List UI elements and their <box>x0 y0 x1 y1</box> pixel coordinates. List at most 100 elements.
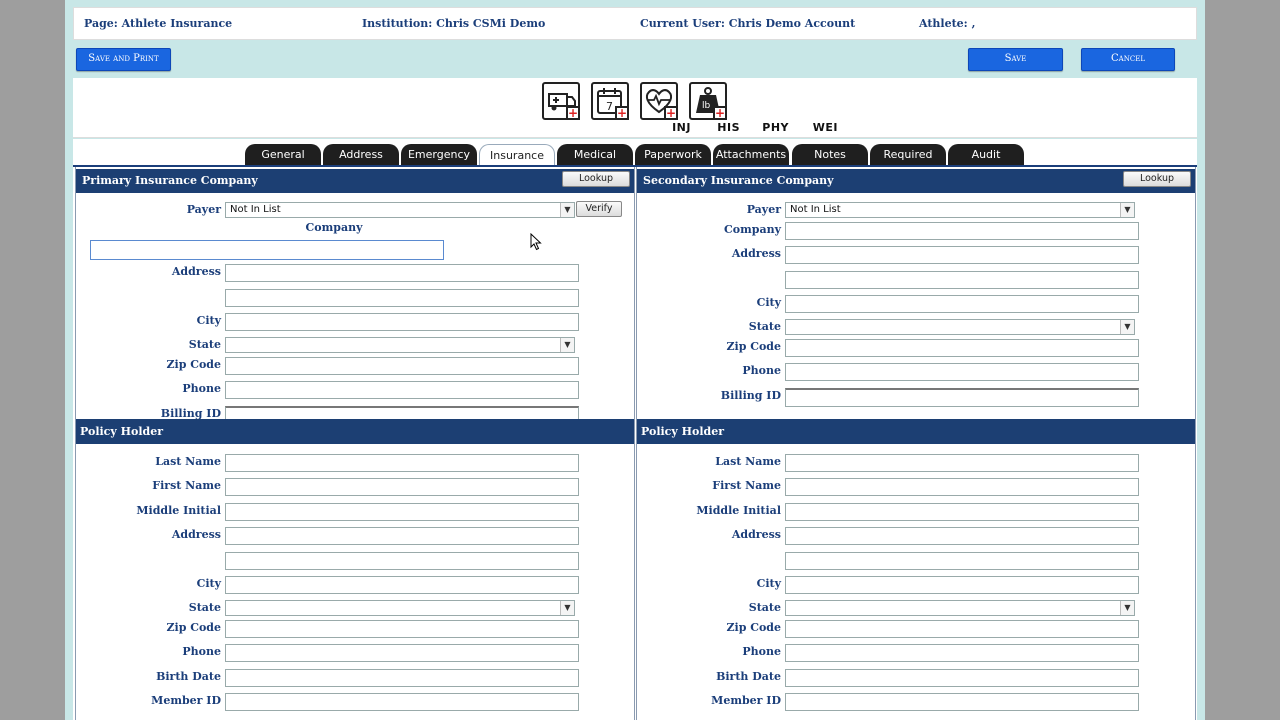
secondary-holder-zip[interactable] <box>785 620 1139 638</box>
payer-label: Payer <box>186 203 221 216</box>
birth-date-label: Birth Date <box>716 670 781 683</box>
primary-holder-phone[interactable] <box>225 644 579 662</box>
zip-label: Zip Code <box>726 340 781 353</box>
secondary-holder-first-name[interactable] <box>785 478 1139 496</box>
member-id-label: Member ID <box>711 694 781 707</box>
chevron-down-icon: ▼ <box>1120 601 1134 615</box>
secondary-state-select[interactable]: ▼ <box>785 319 1135 335</box>
primary-holder-state-select[interactable]: ▼ <box>225 600 575 616</box>
weight-module-button[interactable]: lb + WEI <box>688 82 838 134</box>
primary-holder-zip[interactable] <box>225 620 579 638</box>
page-name: Page: Athlete Insurance <box>84 17 233 30</box>
holder-city-label: City <box>196 577 221 590</box>
secondary-holder-middle-initial[interactable] <box>785 503 1139 521</box>
history-module-button[interactable]: 7 + HIS <box>590 82 740 134</box>
primary-holder-birth-date[interactable] <box>225 669 579 687</box>
secondary-holder-address2[interactable] <box>785 552 1139 570</box>
holder-zip-label: Zip Code <box>726 621 781 634</box>
company-label: Company <box>724 223 781 236</box>
last-name-label: Last Name <box>155 455 221 468</box>
primary-phone-input[interactable] <box>225 381 579 399</box>
secondary-address-line2[interactable] <box>785 271 1139 289</box>
secondary-holder-state-select[interactable]: ▼ <box>785 600 1135 616</box>
institution-name: Institution: Chris CSMi Demo <box>362 17 546 30</box>
section-title: Primary Insurance Company <box>82 174 258 187</box>
primary-state-select[interactable]: ▼ <box>225 337 575 353</box>
secondary-company-input[interactable] <box>785 222 1139 240</box>
secondary-zip-input[interactable] <box>785 339 1139 357</box>
tab-insurance[interactable]: Insurance <box>479 144 555 165</box>
tab-general[interactable]: General <box>245 144 321 165</box>
current-user: Current User: Chris Demo Account <box>640 17 856 30</box>
city-label: City <box>196 314 221 327</box>
secondary-insurance-column: Secondary Insurance Company Lookup Payer… <box>636 167 1196 720</box>
calendar-icon: 7 + <box>591 82 629 120</box>
primary-holder-middle-initial[interactable] <box>225 503 579 521</box>
primary-holder-first-name[interactable] <box>225 478 579 496</box>
chevron-down-icon: ▼ <box>1120 203 1134 217</box>
weight-icon: lb + <box>689 82 727 120</box>
selected-value: Not In List <box>790 204 841 215</box>
primary-holder-address1[interactable] <box>225 527 579 545</box>
phone-label: Phone <box>182 382 221 395</box>
tab-audit[interactable]: Audit <box>948 144 1024 165</box>
physical-module-button[interactable]: + PHY <box>639 82 789 134</box>
secondary-phone-input[interactable] <box>785 363 1139 381</box>
holder-phone-label: Phone <box>182 645 221 658</box>
secondary-payer-select[interactable]: Not In List ▼ <box>785 202 1135 218</box>
primary-payer-select[interactable]: Not In List ▼ <box>225 202 575 218</box>
tab-paperwork[interactable]: Paperwork <box>635 144 711 165</box>
middle-initial-label: Middle Initial <box>696 504 781 517</box>
primary-company-input[interactable] <box>90 240 444 260</box>
middle-initial-label: Middle Initial <box>136 504 221 517</box>
secondary-holder-address1[interactable] <box>785 527 1139 545</box>
primary-city-input[interactable] <box>225 313 579 331</box>
secondary-holder-phone[interactable] <box>785 644 1139 662</box>
module-icon-bar: + INJ 7 + HIS + PHY lb + WEI <box>73 78 1197 138</box>
tab-required[interactable]: Required <box>870 144 946 165</box>
secondary-holder-city[interactable] <box>785 576 1139 594</box>
save-button[interactable]: Save <box>968 48 1063 71</box>
tab-notes[interactable]: Notes <box>792 144 868 165</box>
secondary-holder-last-name[interactable] <box>785 454 1139 472</box>
primary-holder-member-id[interactable] <box>225 693 579 711</box>
payer-label: Payer <box>746 203 781 216</box>
save-and-print-button[interactable]: Save and Print <box>76 48 171 71</box>
holder-address-label: Address <box>731 528 781 541</box>
secondary-holder-member-id[interactable] <box>785 693 1139 711</box>
member-id-label: Member ID <box>151 694 221 707</box>
secondary-address-line1[interactable] <box>785 246 1139 264</box>
birth-date-label: Birth Date <box>156 670 221 683</box>
last-name-label: Last Name <box>715 455 781 468</box>
primary-zip-input[interactable] <box>225 357 579 375</box>
first-name-label: First Name <box>152 479 221 492</box>
secondary-billing-id-input[interactable] <box>785 388 1139 407</box>
tab-emergency[interactable]: Emergency <box>401 144 477 165</box>
tab-medical[interactable]: Medical <box>557 144 633 165</box>
chevron-down-icon: ▼ <box>560 338 574 352</box>
primary-insurance-column: Primary Insurance Company Lookup Payer N… <box>75 167 635 720</box>
chevron-down-icon: ▼ <box>560 601 574 615</box>
secondary-lookup-button[interactable]: Lookup <box>1123 171 1191 187</box>
primary-address-line1[interactable] <box>225 264 579 282</box>
primary-holder-city[interactable] <box>225 576 579 594</box>
verify-button[interactable]: Verify <box>576 201 622 217</box>
selected-value: Not In List <box>230 204 281 215</box>
primary-insurance-header: Primary Insurance Company <box>76 169 634 193</box>
heartbeat-icon: + <box>640 82 678 120</box>
cancel-button[interactable]: Cancel <box>1081 48 1175 71</box>
primary-policy-holder-header: Policy Holder <box>76 419 634 444</box>
section-title: Policy Holder <box>641 425 724 438</box>
primary-holder-last-name[interactable] <box>225 454 579 472</box>
secondary-city-input[interactable] <box>785 295 1139 313</box>
state-label: State <box>748 320 781 333</box>
tab-address[interactable]: Address <box>323 144 399 165</box>
tab-attachments[interactable]: Attachments <box>713 144 789 165</box>
primary-holder-address2[interactable] <box>225 552 579 570</box>
primary-address-line2[interactable] <box>225 289 579 307</box>
secondary-holder-birth-date[interactable] <box>785 669 1139 687</box>
injury-module-button[interactable]: + INJ <box>541 82 691 134</box>
secondary-policy-holder-header: Policy Holder <box>637 419 1195 444</box>
primary-lookup-button[interactable]: Lookup <box>562 171 630 187</box>
section-title: Secondary Insurance Company <box>643 174 834 187</box>
